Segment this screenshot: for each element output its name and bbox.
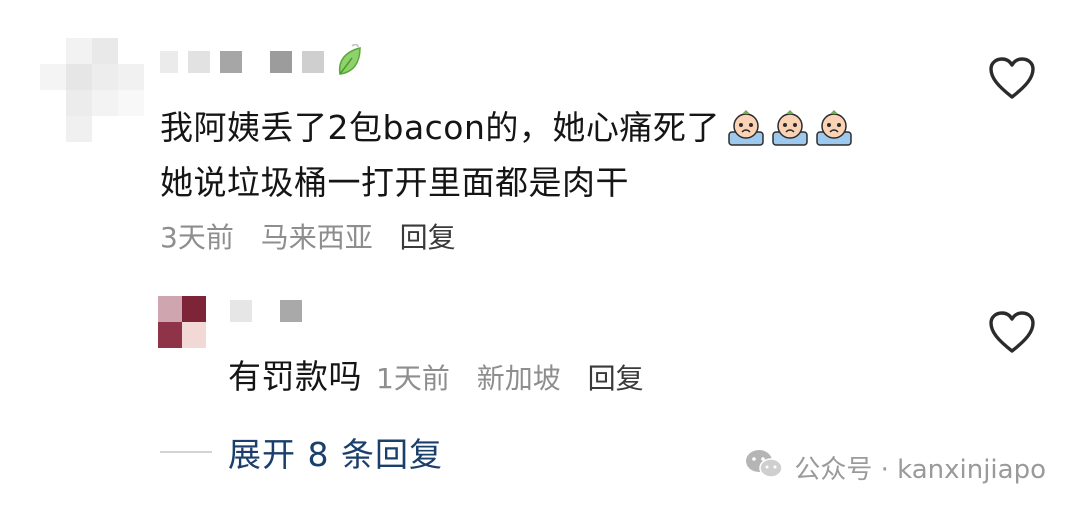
username[interactable]	[230, 300, 302, 322]
reply-time: 1天前	[376, 362, 450, 395]
comment-text: 我阿姨丢了2包bacon的，她心痛死了 她说垃圾桶一打开里面都是肉干	[160, 100, 854, 210]
comment-location: 马来西亚	[260, 221, 373, 254]
reply-text: 有罚款吗	[228, 357, 362, 396]
reply-button[interactable]: 回复	[588, 362, 644, 395]
watermark: 公众号 · kanxinjiapo	[744, 448, 1046, 487]
avatar[interactable]	[40, 38, 144, 142]
comment-time: 3天前	[160, 221, 234, 254]
leaf-icon	[334, 43, 364, 80]
comment-meta: 3天前 马来西亚 回复	[160, 216, 474, 256]
username[interactable]	[160, 43, 364, 80]
watermark-text: 公众号 · kanxinjiapo	[794, 455, 1046, 485]
comment-line-2: 她说垃圾桶一打开里面都是肉干	[160, 163, 629, 202]
reply-button[interactable]: 回复	[400, 221, 456, 254]
wechat-icon	[744, 448, 784, 487]
avatar[interactable]	[158, 296, 206, 348]
heart-icon[interactable]	[988, 310, 1036, 358]
divider	[160, 451, 212, 453]
comment-line-1: 我阿姨丢了2包bacon的，她心痛死了	[160, 108, 720, 147]
reply-comment: 有罚款吗 1天前 新加坡 回复	[228, 354, 662, 400]
crying-face-emoji	[726, 108, 854, 148]
reply-location: 新加坡	[476, 362, 561, 395]
expand-replies-button[interactable]: 展开 8 条回复	[228, 428, 443, 476]
heart-icon[interactable]	[988, 56, 1036, 104]
expand-replies[interactable]: 展开 8 条回复	[160, 428, 443, 476]
